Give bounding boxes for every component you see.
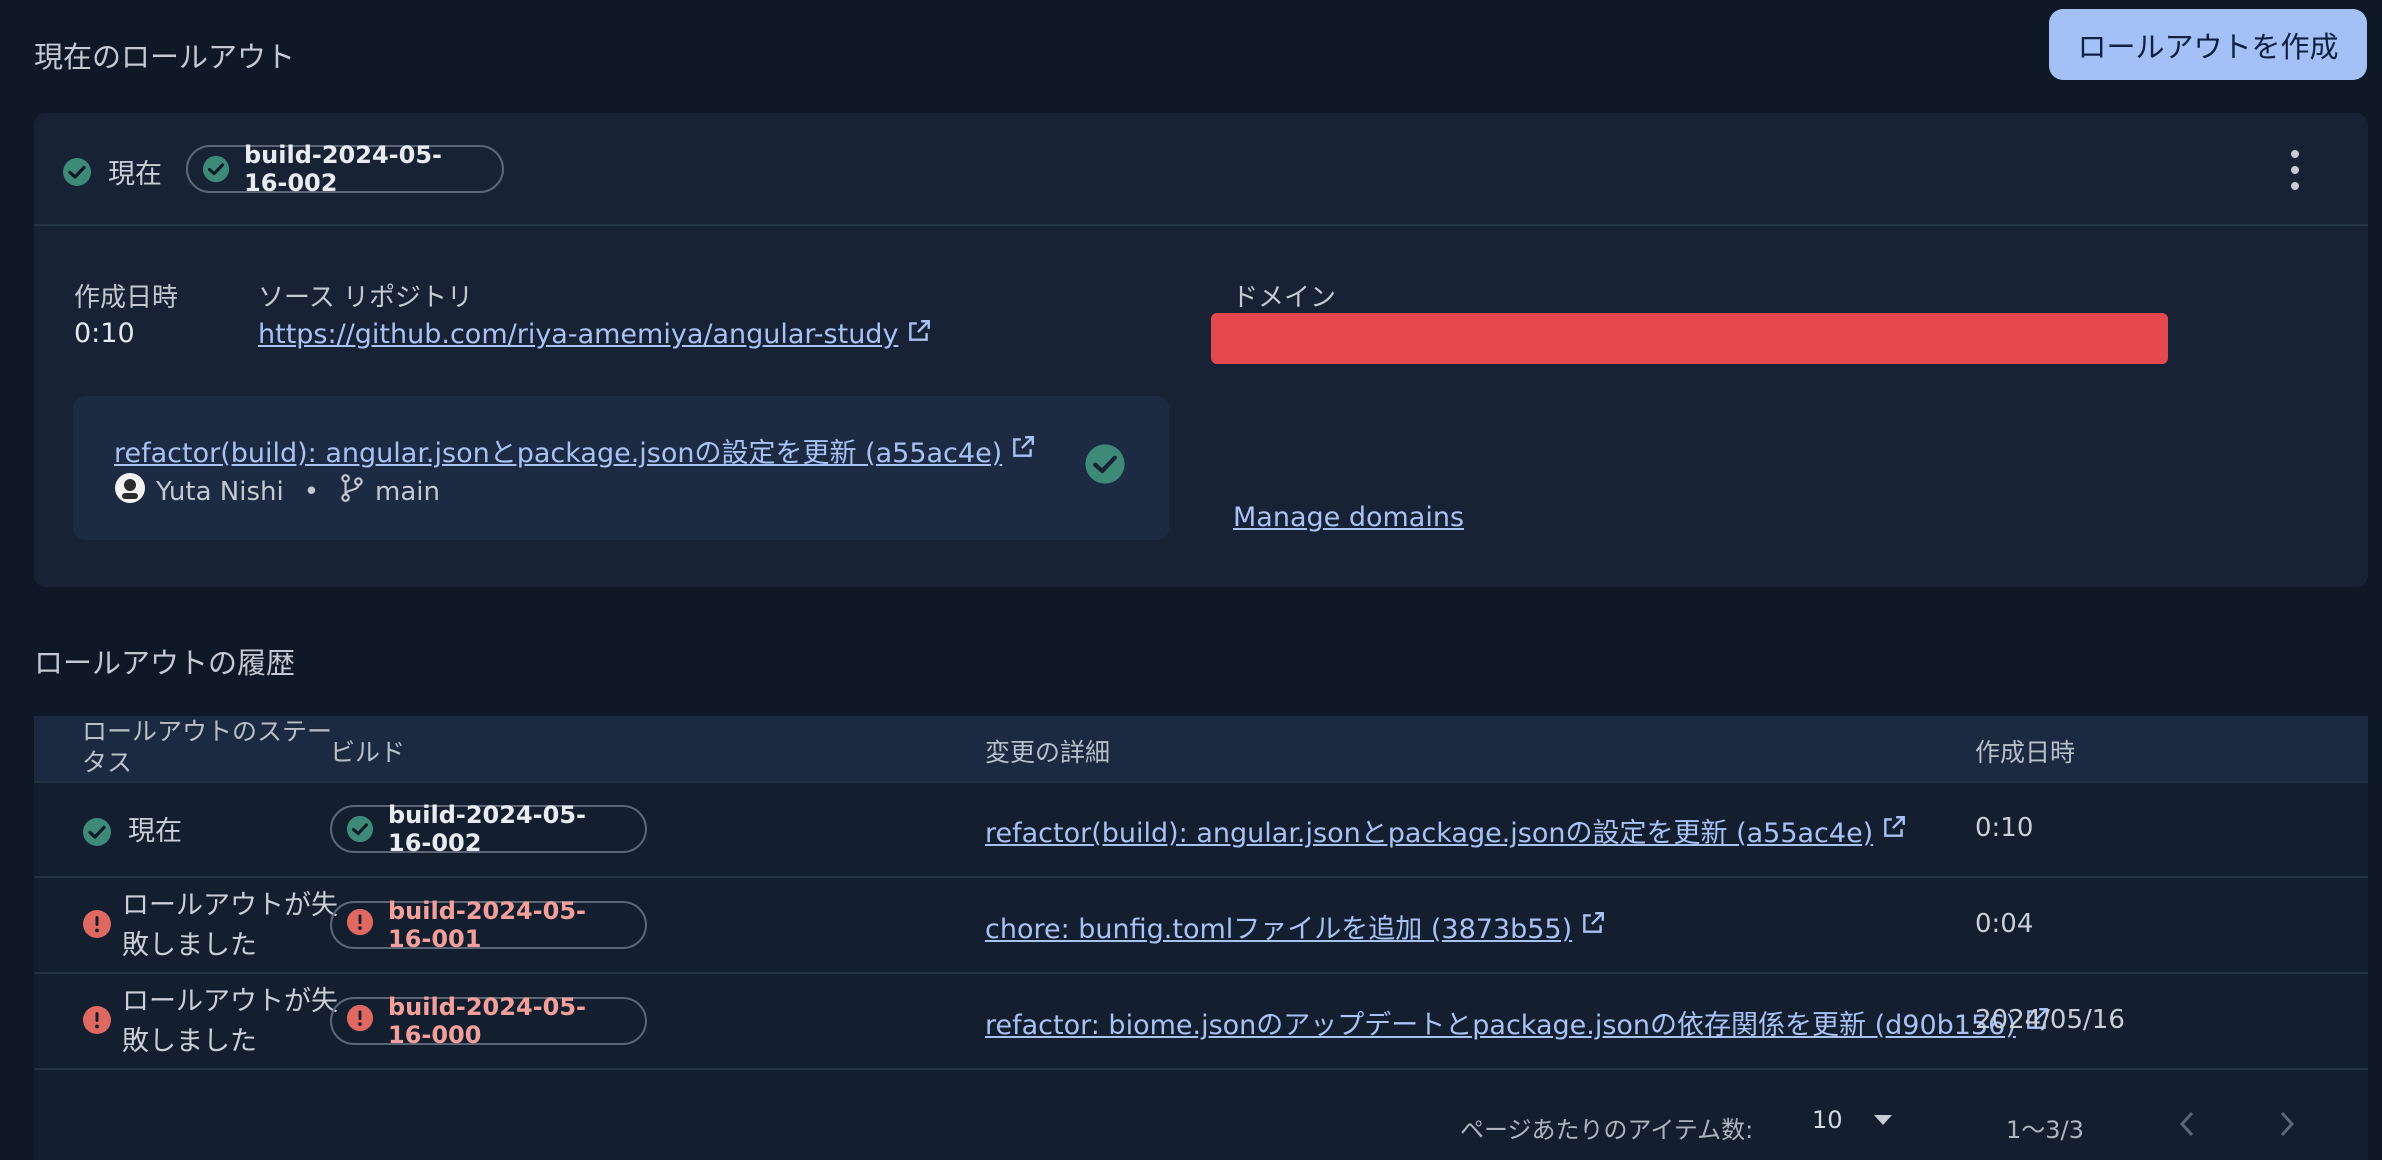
create-rollout-button[interactable]: ロールアウトを作成: [2049, 9, 2367, 80]
card-divider: [34, 224, 2368, 226]
domain-label: ドメイン: [1232, 283, 1337, 313]
repo-url: https://github.com/riya-amemiya/angular-…: [258, 319, 899, 350]
table-row-status: ロールアウトが失敗しました: [82, 886, 342, 966]
check-circle-icon: [82, 817, 112, 847]
created-label: 作成日時: [74, 283, 179, 313]
row-build-label: build-2024-05-16-001: [388, 897, 586, 953]
commit-author: Yuta Nishi: [156, 476, 284, 507]
row-details-link[interactable]: chore: bunfig.tomlファイルを追加 (3873b55): [985, 907, 1606, 946]
per-page-select[interactable]: 10: [1812, 1106, 1893, 1134]
commit-branch: main: [375, 476, 441, 507]
current-status-label: 現在: [108, 159, 162, 190]
created-value: 0:10: [74, 318, 135, 349]
error-icon: [346, 908, 374, 942]
current-build-label: build-2024-05-16-002: [244, 141, 442, 197]
redacted-domain: [1211, 313, 2168, 364]
history-title: ロールアウトの履歴: [34, 646, 296, 680]
branch-icon: [339, 473, 365, 510]
check-circle-icon: [202, 155, 230, 183]
row-build-chip[interactable]: build-2024-05-16-000: [330, 993, 647, 1049]
row-build-label: build-2024-05-16-002: [388, 801, 586, 857]
per-page-label: ページあたりのアイテム数:: [1460, 1116, 1754, 1144]
row-created: 2024/05/16: [1975, 1005, 2125, 1035]
external-link-icon: [1580, 910, 1606, 943]
more-options-icon[interactable]: [2286, 150, 2304, 190]
row-created: 0:04: [1975, 909, 2034, 939]
row-details-link[interactable]: refactor: biome.jsonのアップデートとpackage.json…: [985, 1003, 2050, 1042]
table-row-status: 現在: [82, 812, 182, 852]
row-status-label: ロールアウトが失敗しました: [122, 986, 338, 1057]
meta-separator: •: [303, 476, 320, 507]
external-link-icon: [1881, 814, 1907, 847]
row-details-text: refactor: biome.jsonのアップデートとpackage.json…: [985, 1010, 2016, 1041]
check-circle-icon: [1084, 443, 1126, 489]
column-header-build[interactable]: ビルド: [330, 733, 405, 769]
table-row-status: ロールアウトが失敗しました: [82, 982, 342, 1062]
commit-meta: Yuta Nishi • main: [114, 472, 440, 511]
column-header-status[interactable]: ロールアウトのステータス: [82, 716, 332, 778]
row-details-link[interactable]: refactor(build): angular.jsonとpackage.js…: [985, 811, 1907, 850]
repo-link[interactable]: https://github.com/riya-amemiya/angular-…: [258, 318, 932, 351]
external-link-icon: [906, 318, 932, 351]
repo-label: ソース リポジトリ: [258, 283, 473, 313]
error-icon: [346, 1004, 374, 1038]
current-build-chip[interactable]: build-2024-05-16-002: [186, 141, 504, 197]
commit-link[interactable]: refactor(build): angular.jsonとpackage.js…: [114, 431, 1036, 470]
column-header-details[interactable]: 変更の詳細: [985, 733, 1110, 769]
row-divider: [34, 972, 2368, 974]
avatar: [114, 472, 146, 511]
row-details-text: chore: bunfig.tomlファイルを追加 (3873b55): [985, 914, 1573, 945]
error-icon: [82, 1005, 112, 1039]
row-build-label: build-2024-05-16-000: [388, 993, 586, 1049]
row-build-chip[interactable]: build-2024-05-16-002: [330, 801, 647, 857]
commit-message: refactor(build): angular.jsonとpackage.js…: [114, 438, 1003, 469]
row-divider: [34, 781, 2368, 783]
row-divider: [34, 876, 2368, 878]
column-header-created[interactable]: 作成日時: [1975, 733, 2075, 769]
row-status-label: ロールアウトが失敗しました: [122, 890, 338, 961]
previous-page-icon[interactable]: [2178, 1110, 2196, 1142]
row-details-text: refactor(build): angular.jsonとpackage.js…: [985, 818, 1874, 849]
dropdown-arrow-icon: [1873, 1111, 1893, 1130]
row-status-label: 現在: [128, 816, 182, 847]
external-link-icon: [1010, 434, 1036, 467]
manage-domains-link[interactable]: Manage domains: [1233, 502, 1464, 533]
per-page-value: 10: [1812, 1106, 1843, 1134]
row-created: 0:10: [1975, 813, 2034, 843]
current-status: 現在: [62, 152, 162, 191]
row-build-chip[interactable]: build-2024-05-16-001: [330, 897, 647, 953]
check-circle-icon: [346, 815, 374, 843]
check-circle-icon: [62, 157, 92, 187]
error-icon: [82, 909, 112, 943]
row-divider: [34, 1068, 2368, 1070]
current-rollout-title: 現在のロールアウト: [34, 40, 296, 74]
page-range: 1〜3/3: [2006, 1116, 2084, 1144]
next-page-icon[interactable]: [2278, 1110, 2296, 1142]
